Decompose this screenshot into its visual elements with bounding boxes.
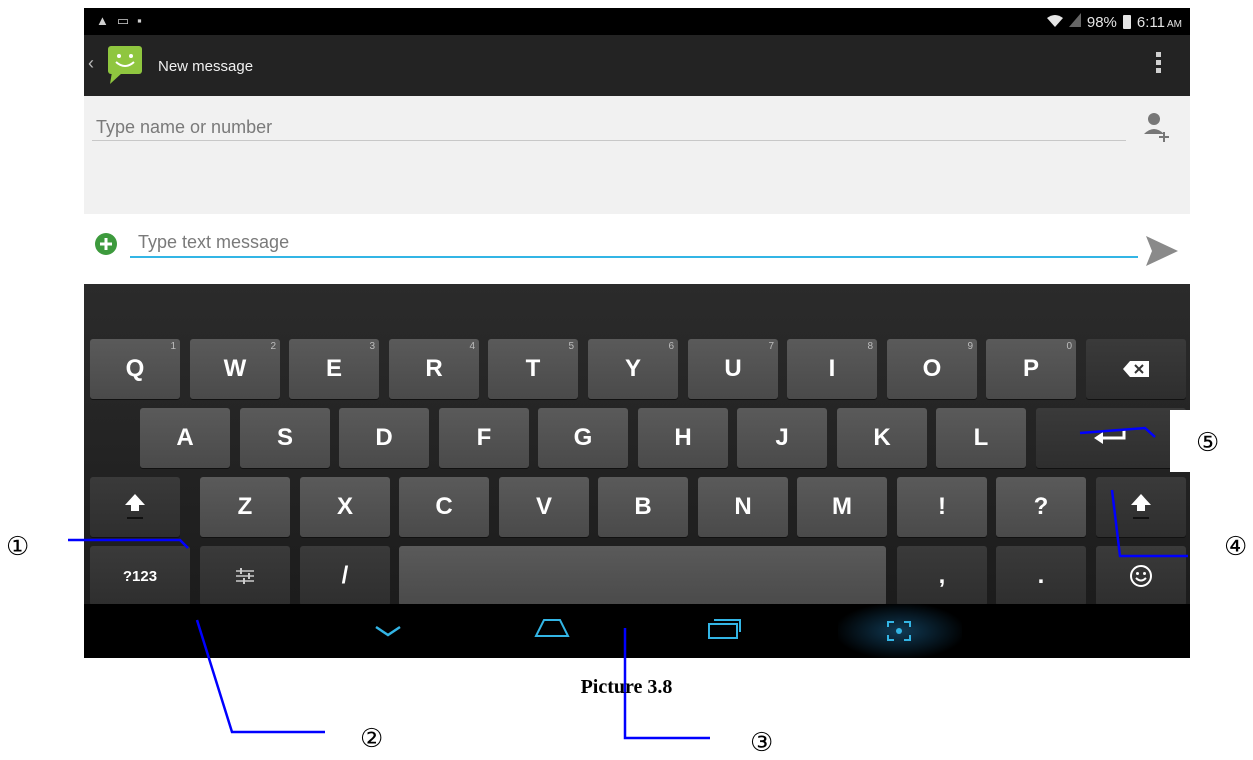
callout-lines bbox=[68, 426, 1188, 740]
callout-2: ② bbox=[360, 724, 384, 754]
callout-3: ③ bbox=[750, 728, 774, 758]
callout-1: ① bbox=[6, 532, 30, 562]
callout-4: ④ bbox=[1224, 532, 1248, 562]
figure-caption: Picture 3.8 bbox=[580, 676, 673, 698]
callout-5: ⑤ bbox=[1196, 428, 1220, 458]
